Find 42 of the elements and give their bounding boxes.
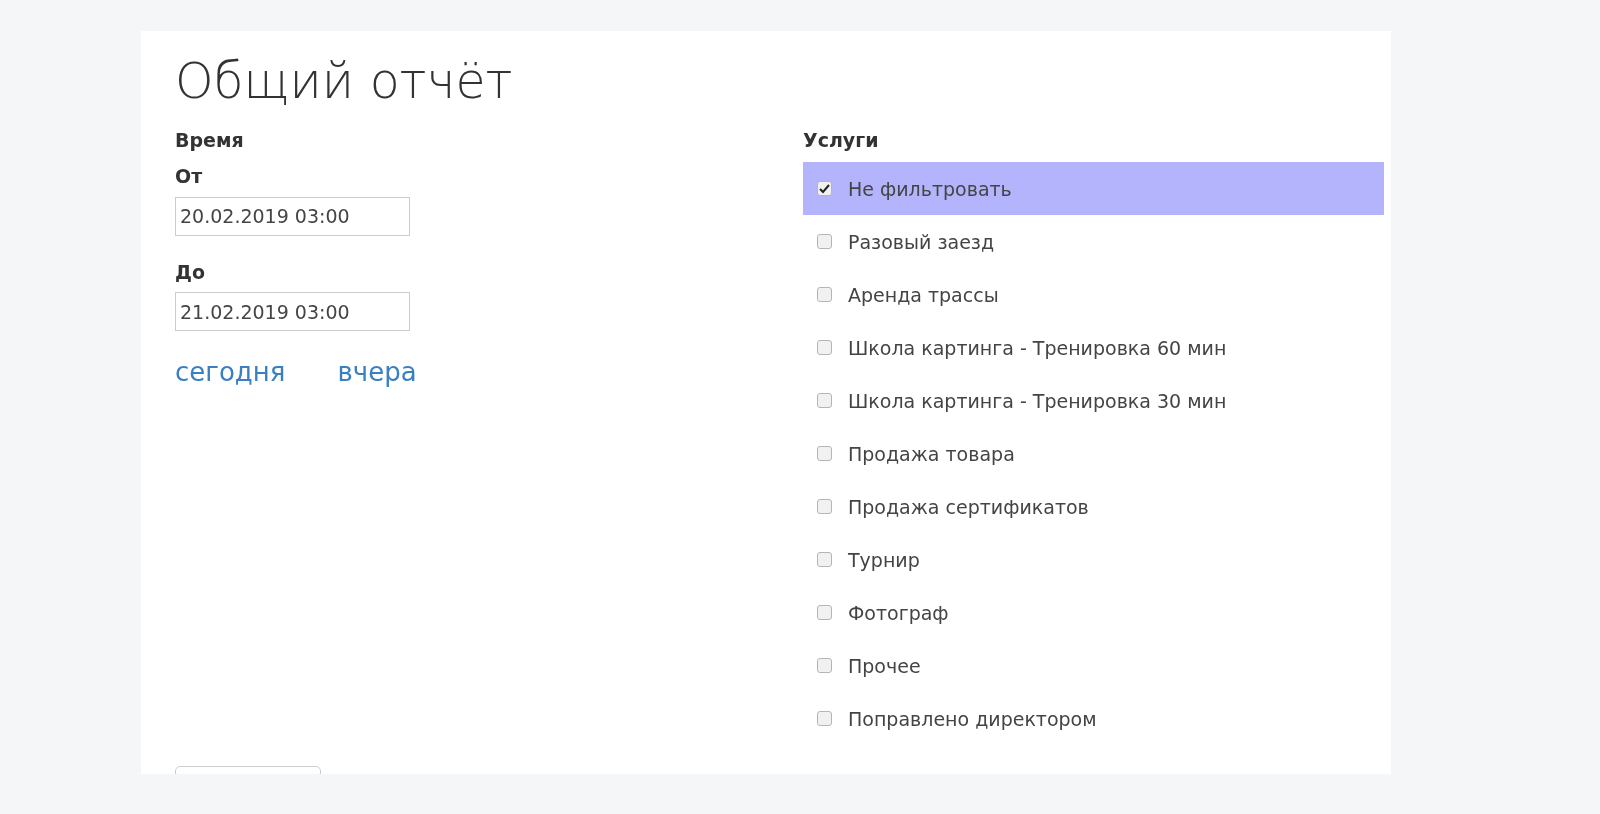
service-option[interactable]: Турнир bbox=[803, 533, 1384, 587]
option-label: Школа картинга - Тренировка 60 мин bbox=[848, 335, 1227, 361]
option-label: Продажа сертификатов bbox=[848, 494, 1089, 520]
checkbox[interactable] bbox=[817, 287, 832, 303]
option-label: Фотограф bbox=[848, 600, 949, 626]
checkbox[interactable] bbox=[817, 181, 832, 197]
date-shortcut-link[interactable]: вчера bbox=[337, 353, 417, 393]
checkbox[interactable] bbox=[817, 499, 832, 515]
to-date-field[interactable]: 21.02.2019 03:00 bbox=[175, 292, 410, 332]
from-label: От bbox=[175, 164, 204, 190]
checkbox[interactable] bbox=[817, 658, 832, 674]
option-label: Прочее bbox=[848, 653, 921, 679]
option-label: Не фильтровать bbox=[848, 176, 1012, 202]
service-option[interactable]: Поправлено директором bbox=[803, 692, 1384, 746]
checkbox[interactable] bbox=[817, 446, 832, 462]
option-label: Школа картинга - Тренировка 30 мин bbox=[848, 388, 1227, 414]
option-label: Продажа товара bbox=[848, 441, 1015, 467]
option-label: Турнир bbox=[848, 547, 920, 573]
service-option[interactable]: Не фильтровать bbox=[803, 162, 1384, 216]
date-shortcut-link[interactable]: сегодня bbox=[175, 353, 286, 393]
service-option[interactable]: Школа картинга - Тренировка 30 мин bbox=[803, 374, 1384, 428]
option-label: Поправлено директором bbox=[848, 706, 1097, 732]
section-heading: Время bbox=[175, 127, 245, 153]
service-option[interactable]: Школа картинга - Тренировка 60 мин bbox=[803, 321, 1384, 375]
to-label: До bbox=[175, 259, 206, 285]
checkbox[interactable] bbox=[817, 340, 832, 356]
service-option[interactable]: Прочее bbox=[803, 639, 1384, 693]
service-option[interactable]: Продажа товара bbox=[803, 427, 1384, 481]
checkbox[interactable] bbox=[817, 711, 832, 727]
checkbox[interactable] bbox=[817, 552, 832, 568]
service-option[interactable]: Аренда трассы bbox=[803, 268, 1384, 322]
option-label: Разовый заезд bbox=[848, 229, 995, 255]
checkbox[interactable] bbox=[817, 234, 832, 250]
section-heading: Услуги bbox=[803, 127, 880, 153]
service-option[interactable]: Фотограф bbox=[803, 586, 1384, 640]
service-option[interactable]: Продажа сертификатов bbox=[803, 480, 1384, 534]
from-date-field[interactable]: 20.02.2019 03:00 bbox=[175, 196, 410, 236]
option-label: Аренда трассы bbox=[848, 282, 999, 308]
checkbox[interactable] bbox=[817, 605, 832, 621]
checkbox[interactable] bbox=[817, 393, 832, 409]
service-option[interactable]: Разовый заезд bbox=[803, 215, 1384, 269]
page-title: Общий отчёт bbox=[175, 53, 514, 112]
